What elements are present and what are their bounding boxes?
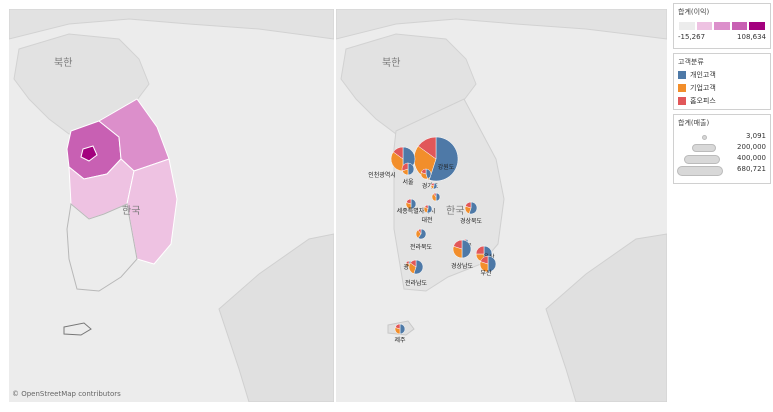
ramp-step-4 — [730, 21, 749, 31]
profit-min-label: -15,267 — [678, 33, 706, 41]
region-label: 제주 — [394, 336, 406, 344]
profit-max-label: 108,634 — [737, 33, 766, 41]
legend-item-personal[interactable]: 개인고객 — [678, 70, 770, 80]
label-south-korea: 한국 — [446, 206, 465, 217]
pie-map-sales[interactable]: 강원도인천광역시서울경기도세종특별자치시대전경상북도대구전라북도광주경상남도울산… — [336, 9, 667, 402]
legend-sidebar: 합계(이익) -15,267 108,634 고객분류 개인고객 기업고객 홈오… — [670, 0, 773, 412]
region-label: 전라남도 — [405, 279, 428, 287]
size-label-3: 400,000 — [737, 154, 766, 162]
size-shape-4 — [677, 166, 723, 176]
legend-label-home-office: 홈오피스 — [690, 97, 716, 105]
china-coast — [336, 9, 667, 40]
size-shape-2 — [692, 144, 716, 152]
size-shape-1 — [702, 135, 707, 140]
sales-size-legend[interactable]: 합계(매출) 3,091 200,000 400,000 680,721 — [673, 114, 771, 184]
region-label: 서울 — [402, 178, 414, 186]
ramp-step-3 — [713, 21, 731, 31]
segment-legend[interactable]: 고객분류 개인고객 기업고객 홈오피스 — [673, 53, 771, 110]
region-label: 경상북도 — [460, 217, 483, 225]
label-north-korea: 북한 — [382, 58, 401, 69]
ramp-step-1 — [678, 21, 696, 31]
size-label-2: 200,000 — [737, 143, 766, 151]
label-south-korea: 한국 — [122, 206, 141, 217]
legend-label-corporate: 기업고객 — [690, 84, 716, 92]
region-label: 전라북도 — [410, 243, 433, 251]
swatch-corporate — [678, 84, 686, 92]
size-row-4: 680,721 — [674, 164, 770, 176]
japan — [545, 233, 667, 402]
region-label: 부산 — [480, 269, 492, 277]
profit-color-ramp — [678, 21, 766, 31]
map-attribution[interactable]: © OpenStreetMap contributors — [12, 390, 121, 398]
swatch-home-office — [678, 97, 686, 105]
segment-legend-title: 고객분류 — [678, 58, 704, 66]
size-row-1: 3,091 — [674, 131, 770, 142]
profit-legend-title: 합계(이익) — [678, 8, 710, 16]
size-label-4: 680,721 — [737, 165, 766, 173]
sales-legend-title: 합계(매출) — [678, 119, 710, 127]
region-label: 대전 — [421, 216, 432, 224]
ramp-step-5 — [748, 21, 766, 31]
ramp-step-2 — [695, 21, 714, 31]
label-north-korea: 북한 — [54, 58, 73, 69]
legend-item-corporate[interactable]: 기업고객 — [678, 83, 770, 93]
region-label: 강원도 — [438, 163, 455, 171]
choropleth-map-profit[interactable]: 북한 한국 © OpenStreetMap contributors — [9, 9, 334, 402]
legend-label-personal: 개인고객 — [690, 71, 716, 79]
profit-legend[interactable]: 합계(이익) -15,267 108,634 — [673, 3, 771, 49]
region-label: 경상남도 — [451, 262, 474, 270]
swatch-personal — [678, 71, 686, 79]
legend-item-home-office[interactable]: 홈오피스 — [678, 96, 770, 106]
size-shape-3 — [684, 155, 720, 164]
size-row-3: 400,000 — [674, 153, 770, 164]
size-label-1: 3,091 — [745, 132, 766, 140]
size-row-2: 200,000 — [674, 142, 770, 153]
region-label: 인천광역시 — [368, 171, 396, 179]
